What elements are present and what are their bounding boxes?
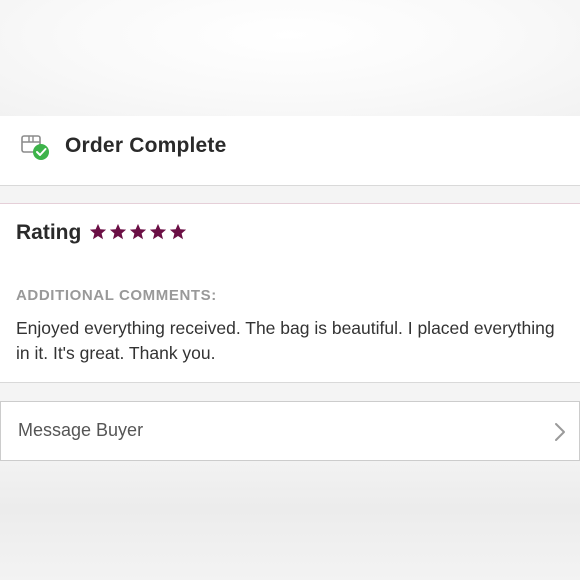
section-gap [0,383,580,401]
rating-section: Rating ADDITIONAL COMMENTS: Enjoyed ever… [0,204,580,382]
star-icon [169,223,187,240]
message-buyer-button[interactable]: Message Buyer [0,401,580,461]
star-icon [149,223,167,240]
additional-comments-label: ADDITIONAL COMMENTS: [16,287,217,304]
package-check-icon [20,132,50,162]
chevron-right-icon [553,421,567,443]
star-rating [89,223,187,243]
rating-label: Rating [16,221,82,244]
top-blank-area [0,0,580,118]
order-status-title: Order Complete [65,134,227,157]
star-icon [109,223,127,240]
star-icon [129,223,147,240]
bottom-blank-area [0,461,580,580]
section-gap [0,186,580,203]
star-icon [89,223,107,240]
message-buyer-label: Message Buyer [18,420,144,440]
additional-comments-text: Enjoyed everything received. The bag is … [16,318,555,363]
order-status-section: Order Complete [0,116,580,186]
